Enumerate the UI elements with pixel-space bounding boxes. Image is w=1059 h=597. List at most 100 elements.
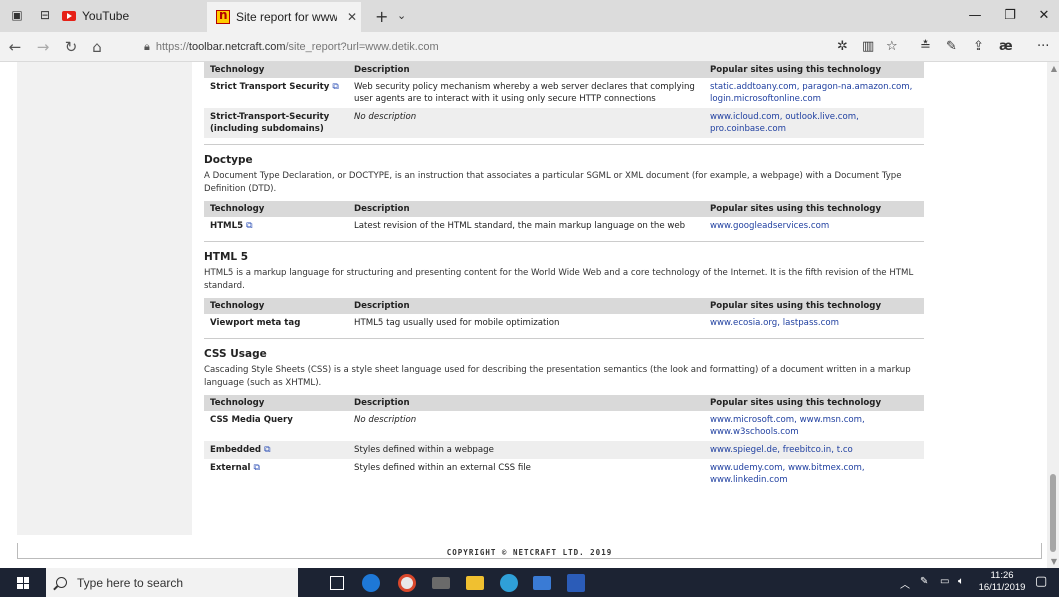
address-bar[interactable]: 🔒︎ https://toolbar.netcraft.com/site_rep… <box>144 36 904 58</box>
col-technology: Technology <box>204 395 348 411</box>
external-link-icon[interactable]: ⧉ <box>253 463 259 473</box>
extension-icon[interactable]: ✲ <box>837 39 848 54</box>
netcraft-icon <box>216 8 230 24</box>
web-note-icon[interactable]: ✎ <box>946 39 957 54</box>
task-view-icon[interactable] <box>330 576 344 590</box>
favorite-star-icon[interactable]: ☆ <box>886 39 898 54</box>
tech-sites[interactable]: www.microsoft.com, www.msn.com, www.w3sc… <box>704 411 924 441</box>
volume-icon[interactable]: 🔈︎ <box>958 576 964 587</box>
forward-icon[interactable]: → <box>34 38 52 56</box>
col-popular-sites: Popular sites using this technology <box>704 395 924 411</box>
section-title: CSS Usage <box>204 348 267 360</box>
restore-icon[interactable]: ❐ <box>1000 8 1020 23</box>
clock-date: 16/11/2019 <box>978 582 1026 593</box>
popular-sites-link[interactable]: www.googleadservices.com <box>710 221 829 231</box>
tab-youtube[interactable]: YouTube <box>62 6 129 26</box>
network-icon[interactable]: ▭ <box>940 576 949 587</box>
left-sidebar <box>17 62 192 535</box>
popular-sites-link[interactable]: www.microsoft.com, www.msn.com, www.w3sc… <box>710 415 865 437</box>
share-icon[interactable]: ⇪ <box>973 39 984 54</box>
start-button[interactable] <box>0 568 46 597</box>
section-description: A Document Type Declaration, or DOCTYPE,… <box>204 171 902 194</box>
col-technology: Technology <box>204 298 348 314</box>
reading-view-icon[interactable]: ▥ <box>862 39 874 54</box>
taskbar-search[interactable]: Type here to search <box>46 568 298 597</box>
tab-preview-chevron-icon[interactable]: ⌄ <box>397 9 406 22</box>
popular-sites-link[interactable]: www.icloud.com, outlook.live.com, pro.co… <box>710 112 859 134</box>
notifications-icon[interactable]: ▢ <box>1035 574 1047 589</box>
tech-desc: HTML5 tag usually used for mobile optimi… <box>354 318 560 328</box>
tech-sites[interactable]: www.udemy.com, www.bitmex.com, www.linke… <box>704 459 924 489</box>
tab-label: Site report for www.deti <box>236 10 337 24</box>
tech-desc: Latest revision of the HTML standard, th… <box>354 221 686 231</box>
more-menu-icon[interactable]: ··· <box>1037 39 1049 54</box>
tech-desc: Web security policy mechanism whereby a … <box>354 82 695 104</box>
close-window-icon[interactable]: ✕ <box>1034 8 1054 23</box>
set-aside-tabs-icon[interactable]: ⊟ <box>38 8 52 22</box>
tech-name: CSS Media Query <box>210 415 293 425</box>
search-icon <box>56 577 67 588</box>
col-description: Description <box>348 298 704 314</box>
windows-logo-icon <box>17 577 29 589</box>
tech-name: Viewport meta tag <box>210 318 301 328</box>
extension-ae-icon[interactable]: æ <box>999 39 1013 54</box>
pen-icon[interactable]: ✎ <box>920 576 928 587</box>
table-row: Embedded ⧉ Styles defined within a webpa… <box>204 441 924 459</box>
scroll-down-icon[interactable]: ▼ <box>1051 557 1057 566</box>
minimize-icon[interactable]: — <box>965 8 985 23</box>
tech-sites[interactable]: www.googleadservices.com <box>704 217 924 235</box>
tech-sites[interactable]: www.icloud.com, outlook.live.com, pro.co… <box>704 108 924 138</box>
chrome-icon[interactable] <box>398 574 416 592</box>
vertical-scrollbar[interactable]: ▲ ▼ <box>1047 62 1059 568</box>
tech-name: Strict Transport Security ⧉ <box>210 82 339 92</box>
word-icon[interactable] <box>567 574 585 592</box>
lock-icon: 🔒︎ <box>144 40 150 53</box>
tray-chevron-icon[interactable]: ︿ <box>900 576 910 591</box>
close-tab-icon[interactable]: ✕ <box>343 10 361 24</box>
scrollbar-thumb[interactable] <box>1050 474 1056 552</box>
popular-sites-link[interactable]: www.spiegel.de, freebitco.in, t.co <box>710 445 853 455</box>
external-link-icon[interactable]: ⧉ <box>332 82 338 92</box>
popular-sites-link[interactable]: www.ecosia.org, lastpass.com <box>710 318 839 328</box>
taskbar-clock[interactable]: 11:26 16/11/2019 <box>977 570 1027 594</box>
table-row: Strict-Transport-Security (including sub… <box>204 108 924 138</box>
css-usage-table: Technology Description Popular sites usi… <box>204 395 924 489</box>
scroll-up-icon[interactable]: ▲ <box>1051 64 1057 73</box>
section-divider <box>204 241 924 242</box>
tech-name: HTML5 ⧉ <box>210 221 253 231</box>
tab-site-report[interactable]: Site report for www.deti ✕ <box>207 2 361 32</box>
edge-icon[interactable] <box>362 574 380 592</box>
doctype-table: Technology Description Popular sites usi… <box>204 201 924 235</box>
windows-taskbar: Type here to search ︿ ✎ ▭ 🔈︎ 11:26 16/11… <box>0 568 1059 597</box>
tech-sites[interactable]: www.spiegel.de, freebitco.in, t.co <box>704 441 924 459</box>
keyboard-app-icon[interactable] <box>432 577 450 589</box>
search-placeholder: Type here to search <box>77 575 184 590</box>
refresh-icon[interactable]: ↻ <box>62 38 80 56</box>
col-technology: Technology <box>204 201 348 217</box>
tech-sites[interactable]: www.ecosia.org, lastpass.com <box>704 314 924 332</box>
popular-sites-link[interactable]: static.addtoany.com, paragon-na.amazon.c… <box>710 82 912 104</box>
tech-desc: Styles defined within a webpage <box>348 441 704 459</box>
tech-sites[interactable]: static.addtoany.com, paragon-na.amazon.c… <box>704 78 924 108</box>
tab-manager-icon[interactable]: ▣ <box>10 8 24 22</box>
popular-sites-link[interactable]: www.udemy.com, www.bitmex.com, www.linke… <box>710 463 865 485</box>
globe-app-icon[interactable] <box>500 574 518 592</box>
file-explorer-icon[interactable] <box>466 576 484 590</box>
section-description: HTML5 is a markup language for structuri… <box>204 268 914 291</box>
new-tab-icon[interactable]: + <box>375 7 388 26</box>
section-divider <box>204 144 924 145</box>
favorites-hub-icon[interactable]: ≛ <box>920 39 931 54</box>
back-icon[interactable]: ← <box>6 38 24 56</box>
table-row: External ⧉ Styles defined within an exte… <box>204 459 924 489</box>
external-link-icon[interactable]: ⧉ <box>264 445 270 455</box>
html5-table: Technology Description Popular sites usi… <box>204 298 924 332</box>
table-row: Viewport meta tag HTML5 tag usually used… <box>204 314 924 332</box>
tech-name: Strict-Transport-Security (including sub… <box>204 108 348 138</box>
store-icon[interactable] <box>533 576 551 590</box>
col-technology: Technology <box>204 62 348 78</box>
table-row: Strict Transport Security ⧉ Web security… <box>204 78 924 108</box>
html5-section: HTML 5 HTML5 is a markup language for st… <box>204 251 924 339</box>
home-icon[interactable]: ⌂ <box>88 38 106 56</box>
external-link-icon[interactable]: ⧉ <box>246 221 252 231</box>
section-title: Doctype <box>204 154 253 166</box>
